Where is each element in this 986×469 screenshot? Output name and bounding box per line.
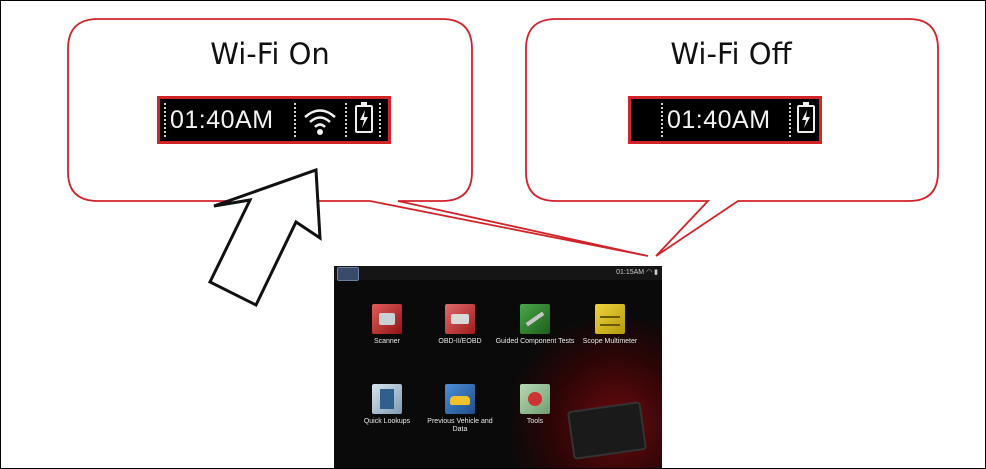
app-label: OBD-II/EOBD: [438, 338, 482, 345]
statusbar-wifi-on: 01:40AM: [157, 96, 391, 144]
callout-title-wifi-off: Wi-Fi Off: [670, 37, 792, 71]
statusbar-wifi-off: 01:40AM: [628, 96, 822, 144]
app-scanner[interactable]: Scanner: [347, 304, 427, 346]
device-status-time: 01:15AM: [616, 269, 645, 276]
callout-title-wifi-on: Wi-Fi On: [210, 37, 330, 71]
status-time: 01:40AM: [667, 106, 771, 134]
device-status-area: 01:15AM ◠ ▮: [616, 268, 658, 276]
separator: [294, 103, 296, 137]
lookups-icon: [372, 384, 402, 414]
obd-icon: [445, 304, 475, 334]
app-label: Previous Vehicle and Data: [427, 418, 493, 433]
scope-icon: [595, 304, 625, 334]
app-label: Guided Component Tests: [495, 338, 575, 345]
app-tools[interactable]: Tools: [495, 384, 575, 426]
separator: [789, 103, 791, 137]
guided-tests-icon: [520, 304, 550, 334]
app-label: Quick Lookups: [363, 418, 411, 425]
device-screen: 01:15AM ◠ ▮ Scanner OBD-II/EOBD Guided C…: [334, 266, 662, 468]
separator: [164, 103, 166, 137]
battery-icon: [797, 102, 815, 133]
app-quick-lookups[interactable]: Quick Lookups: [347, 384, 427, 426]
separator: [661, 103, 663, 137]
scan-tool-graphic: [566, 401, 648, 460]
status-time: 01:40AM: [170, 106, 274, 134]
app-scope-multimeter[interactable]: Scope Multimeter: [570, 304, 650, 346]
wifi-icon: [304, 109, 336, 135]
device-topbar: 01:15AM ◠ ▮: [334, 266, 662, 281]
battery-icon: ▮: [654, 269, 658, 276]
home-button[interactable]: [337, 267, 359, 281]
battery-icon: [355, 102, 373, 133]
scanner-icon: [372, 304, 402, 334]
separator: [379, 103, 381, 137]
app-obd-eobd[interactable]: OBD-II/EOBD: [420, 304, 500, 346]
vehicle-icon: [445, 384, 475, 414]
app-previous-vehicle[interactable]: Previous Vehicle and Data: [420, 384, 500, 434]
wifi-icon: ◠: [646, 269, 653, 276]
app-guided-component-tests[interactable]: Guided Component Tests: [495, 304, 575, 346]
tools-icon: [520, 384, 550, 414]
app-label: Scanner: [373, 338, 401, 345]
app-label: Scope Multimeter: [582, 338, 638, 345]
separator: [345, 103, 347, 137]
app-label: Tools: [526, 418, 544, 425]
